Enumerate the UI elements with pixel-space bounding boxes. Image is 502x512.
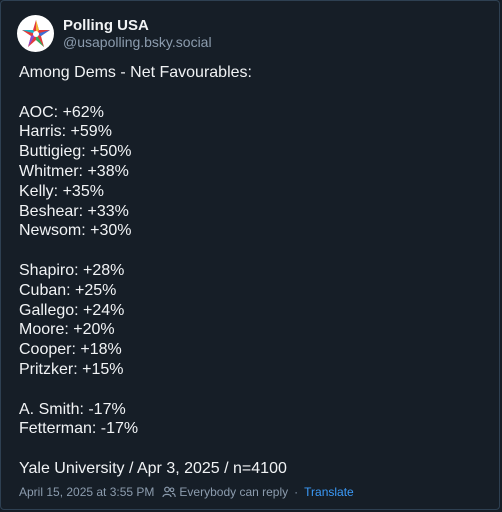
result-line: Pritzker: +15% — [19, 360, 124, 378]
result-line: Harris: +59% — [19, 123, 112, 141]
result-line: Kelly: +35% — [19, 182, 104, 200]
footer-separator: · — [294, 485, 299, 499]
author-names: Polling USA @usapolling.bsky.social — [63, 17, 212, 51]
post-text: Among Dems - Net Favourables: AOC: +62% … — [19, 63, 287, 479]
result-line: Newsom: +30% — [19, 222, 132, 240]
post-card: Polling USA @usapolling.bsky.social Amon… — [0, 0, 500, 510]
result-line: Cuban: +25% — [19, 281, 117, 299]
post-heading: Among Dems - Net Favourables: — [19, 64, 252, 81]
author-handle[interactable]: @usapolling.bsky.social — [63, 34, 212, 51]
avatar[interactable] — [17, 15, 54, 52]
result-line: Cooper: +18% — [19, 341, 122, 359]
result-line: AOC: +62% — [19, 103, 104, 121]
source-line: Yale University / Apr 3, 2025 / n=4100 — [19, 459, 287, 477]
result-line: Moore: +20% — [19, 321, 115, 339]
post-timestamp[interactable]: April 15, 2025 at 3:55 PM — [19, 485, 154, 499]
polling-usa-logo-icon — [21, 19, 50, 47]
translate-link[interactable]: Translate — [304, 485, 354, 499]
author-display-name[interactable]: Polling USA — [63, 17, 212, 34]
result-line: Fetterman: -17% — [19, 420, 139, 438]
result-line: A. Smith: -17% — [19, 400, 126, 418]
post-footer: April 15, 2025 at 3:55 PM Everybody can … — [19, 485, 354, 499]
people-icon — [162, 486, 177, 498]
result-line: Beshear: +33% — [19, 202, 129, 220]
reply-setting: Everybody can reply — [162, 485, 288, 499]
result-line: Whitmer: +38% — [19, 162, 129, 180]
result-line: Gallego: +24% — [19, 301, 125, 319]
post-header: Polling USA @usapolling.bsky.social — [17, 15, 212, 52]
reply-setting-label: Everybody can reply — [179, 485, 289, 499]
result-line: Buttigieg: +50% — [19, 143, 132, 161]
result-line: Shapiro: +28% — [19, 261, 125, 279]
